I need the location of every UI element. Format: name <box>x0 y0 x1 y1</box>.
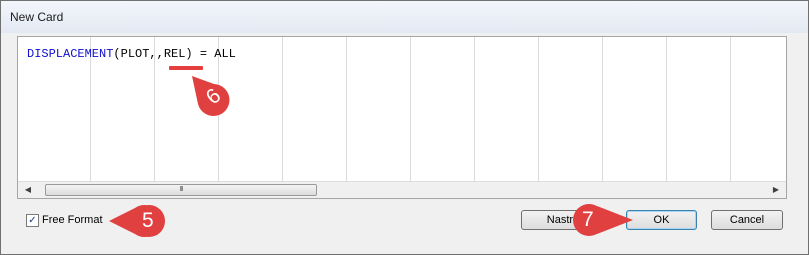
column-divider <box>474 37 475 181</box>
card-text-line[interactable]: DISPLACEMENT(PLOT,,REL) = ALL <box>27 47 236 61</box>
title-bar: New Card <box>1 1 808 33</box>
column-divider <box>730 37 731 181</box>
callout-5: 5 <box>109 204 173 238</box>
scroll-right-icon[interactable]: ▶ <box>768 182 784 198</box>
free-format-check-icon[interactable]: ✓ <box>26 214 39 227</box>
cancel-button[interactable]: Cancel <box>711 210 783 230</box>
dialog-title: New Card <box>10 10 64 24</box>
column-divider <box>666 37 667 181</box>
column-divider <box>602 37 603 181</box>
callout-7-number: 7 <box>582 208 594 231</box>
free-format-label: Free Format <box>42 214 103 226</box>
callout-6: 6 <box>188 74 240 126</box>
new-card-dialog: New Card DISPLACEMENT(PLOT,,REL) = ALL ◀… <box>0 0 809 255</box>
column-divider <box>346 37 347 181</box>
highlight-underline <box>169 66 203 70</box>
card-keyword: DISPLACEMENT <box>27 47 114 61</box>
column-divider <box>410 37 411 181</box>
callout-7-shape <box>573 204 633 236</box>
horizontal-scrollbar[interactable]: ◀ III ▶ <box>18 181 786 198</box>
scrollbar-thumb[interactable]: III <box>45 184 317 196</box>
column-divider <box>282 37 283 181</box>
card-text-editor[interactable]: DISPLACEMENT(PLOT,,REL) = ALL ◀ III ▶ <box>17 36 787 199</box>
card-arguments: (PLOT,,REL) = ALL <box>113 47 236 61</box>
callout-5-number: 5 <box>142 209 154 232</box>
callout-5-shape <box>109 205 165 237</box>
callout-7: 7 <box>567 203 637 237</box>
column-divider <box>538 37 539 181</box>
scroll-left-icon[interactable]: ◀ <box>20 182 36 198</box>
